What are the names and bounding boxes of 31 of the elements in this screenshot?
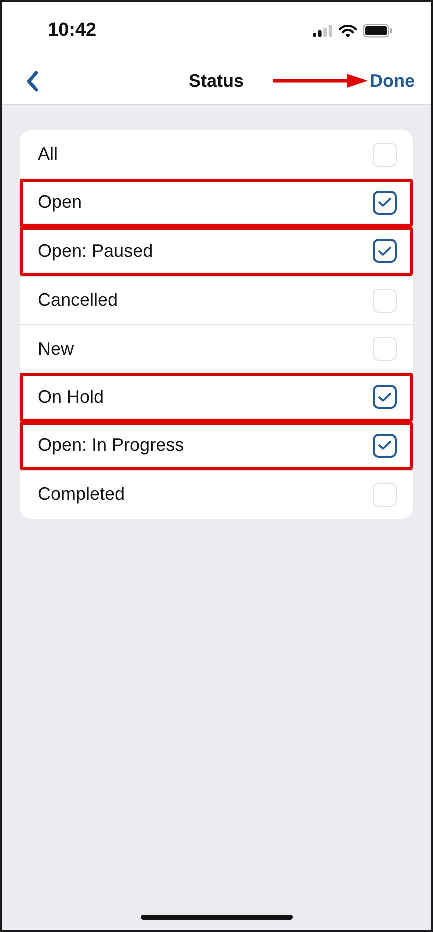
status-label: New (38, 338, 74, 360)
checkmark-icon (378, 440, 392, 452)
status-label: On Hold (38, 386, 104, 408)
status-option-row[interactable]: Cancelled (20, 276, 413, 324)
status-label: Open: Paused (38, 240, 154, 262)
status-option-row[interactable]: New (20, 324, 413, 373)
wifi-icon (339, 24, 357, 38)
checkmark-icon (378, 392, 392, 403)
checkbox[interactable] (373, 434, 397, 458)
done-button[interactable]: Done (370, 70, 415, 92)
checkbox[interactable] (373, 190, 397, 215)
back-chevron-icon (26, 70, 39, 92)
status-label: Open (38, 192, 82, 214)
checkbox[interactable] (373, 385, 397, 410)
status-option-row[interactable]: Open: In Progress (20, 422, 413, 470)
nav-title: Status (189, 70, 244, 92)
status-label: All (38, 144, 58, 166)
status-label: Cancelled (38, 290, 118, 312)
status-time: 10:42 (48, 20, 97, 42)
status-option-row[interactable]: Completed (20, 470, 413, 519)
status-label: Completed (38, 484, 126, 506)
status-option-row[interactable]: Open: Paused (20, 227, 413, 276)
checkmark-icon (378, 197, 392, 208)
checkmark-icon (378, 246, 392, 257)
status-option-row[interactable]: Open (20, 178, 413, 228)
battery-icon (363, 24, 393, 38)
signal-icon (313, 25, 333, 37)
status-option-row[interactable]: On Hold (20, 372, 413, 422)
checkbox[interactable] (373, 239, 397, 264)
status-option-row[interactable]: All (20, 130, 413, 179)
status-label: Open: In Progress (38, 435, 184, 456)
